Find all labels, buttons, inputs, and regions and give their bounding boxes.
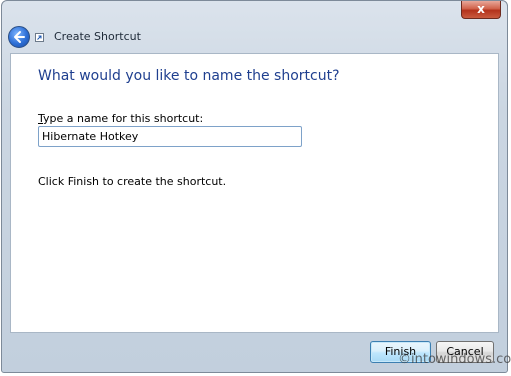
wizard-content-panel: What would you like to name the shortcut…	[10, 53, 499, 333]
back-button[interactable]	[8, 26, 30, 48]
back-arrow-icon	[14, 31, 25, 43]
close-icon: x	[477, 2, 485, 16]
create-shortcut-window: x Create Shortcut What would you like to…	[1, 0, 508, 373]
close-button[interactable]: x	[461, 1, 501, 19]
shortcut-name-label: Type a name for this shortcut:	[38, 112, 203, 125]
shortcut-name-input[interactable]	[38, 126, 302, 147]
watermark-text: ©intowindows.com	[398, 352, 511, 367]
window-title: Create Shortcut	[54, 30, 141, 43]
title-bar[interactable]: x Create Shortcut	[2, 1, 507, 53]
finish-hint-text: Click Finish to create the shortcut.	[38, 175, 227, 188]
shortcut-arrow-icon	[35, 33, 44, 42]
page-heading: What would you like to name the shortcut…	[38, 68, 340, 84]
shortcut-name-label-text: ype a name for this shortcut:	[43, 112, 204, 125]
